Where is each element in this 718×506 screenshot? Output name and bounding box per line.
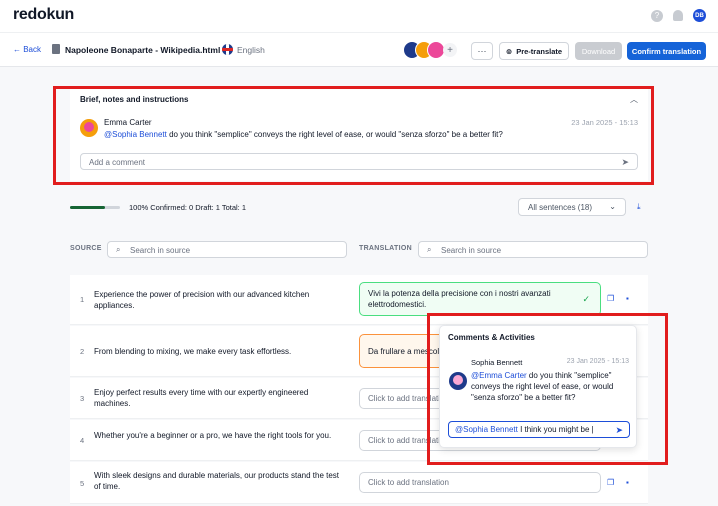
copy-source-icon[interactable]: ❐ bbox=[607, 478, 614, 487]
uk-flag-icon bbox=[222, 44, 233, 55]
comment-icon[interactable]: ▪ bbox=[626, 478, 629, 487]
app-logo[interactable]: redokun bbox=[13, 6, 74, 24]
file-icon bbox=[52, 44, 60, 54]
help-icon[interactable]: ? bbox=[651, 9, 663, 22]
progress-fill bbox=[70, 206, 105, 209]
translation-cell[interactable]: Vivi la potenza della precisione con i n… bbox=[359, 282, 601, 316]
row-number: 4 bbox=[80, 436, 85, 445]
comment-icon[interactable]: ▪ bbox=[626, 294, 629, 303]
row-source-text: Whether you're a beginner or a pro, we h… bbox=[94, 431, 332, 440]
translation-search-placeholder: Search in source bbox=[441, 246, 502, 255]
pretranslate-label: Pre-translate bbox=[516, 46, 563, 56]
search-icon: ⌕ bbox=[116, 245, 121, 254]
table-row[interactable]: 5 With sleek designs and durable materia… bbox=[70, 462, 648, 504]
copy-source-icon[interactable]: ❐ bbox=[607, 294, 614, 303]
source-column-label: SOURCE bbox=[70, 245, 102, 252]
top-bar: redokun ? DB bbox=[0, 0, 718, 32]
translation-text: Vivi la potenza della precisione con i n… bbox=[368, 289, 551, 309]
download-icon[interactable]: ⤓ bbox=[637, 202, 641, 212]
robot-icon: ⊚ bbox=[505, 46, 513, 56]
translation-search-input[interactable]: ⌕ Search in source bbox=[418, 241, 648, 258]
top-icons: ? DB bbox=[651, 9, 706, 22]
target-language: English bbox=[237, 45, 265, 55]
row-number: 2 bbox=[80, 347, 85, 356]
search-icon: ⌕ bbox=[427, 245, 432, 254]
row-source-text: From blending to mixing, we make every t… bbox=[94, 347, 292, 356]
pretranslate-button[interactable]: ⊚ Pre-translate bbox=[499, 42, 569, 60]
row-number: 1 bbox=[80, 295, 85, 304]
check-icon[interactable]: ✓ bbox=[582, 294, 590, 305]
row-source-text: Experience the power of precision with o… bbox=[94, 290, 310, 310]
add-collaborator-icon[interactable]: + bbox=[443, 43, 457, 57]
source-search-placeholder: Search in source bbox=[130, 246, 191, 255]
chevron-down-icon: ⌄ bbox=[609, 202, 616, 211]
more-options-button[interactable]: ··· bbox=[471, 42, 493, 60]
source-search-input[interactable]: ⌕ Search in source bbox=[107, 241, 347, 258]
collaborator-avatars[interactable]: + bbox=[403, 41, 457, 59]
back-label: ← Back bbox=[13, 45, 42, 54]
translation-column-label: TRANSLATION bbox=[359, 245, 412, 252]
notification-bell-icon[interactable] bbox=[673, 10, 683, 21]
row-number: 3 bbox=[80, 394, 85, 403]
confirm-translation-button[interactable]: Confirm translation bbox=[627, 42, 706, 60]
progress-bar bbox=[70, 206, 120, 209]
sentence-filter-select[interactable]: All sentences (18) ⌄ bbox=[518, 198, 626, 216]
translation-cell[interactable]: Click to add translation bbox=[359, 472, 601, 493]
sentence-filter-label: All sentences (18) bbox=[528, 203, 593, 212]
row-source-text: Enjoy perfect results every time with ou… bbox=[94, 388, 309, 408]
progress-text: 100% Confirmed: 0 Draft: 1 Total: 1 bbox=[129, 203, 247, 212]
document-title: Napoleone Bonaparte - Wikipedia.html bbox=[65, 45, 221, 55]
highlight-box bbox=[53, 86, 654, 185]
back-button[interactable]: ← Back bbox=[13, 45, 41, 54]
download-button[interactable]: Download bbox=[575, 42, 622, 60]
document-toolbar: ← Back Napoleone Bonaparte - Wikipedia.h… bbox=[0, 32, 718, 67]
row-number: 5 bbox=[80, 479, 85, 488]
row-source-text: With sleek designs and durable materials… bbox=[94, 471, 340, 491]
highlight-box bbox=[427, 313, 668, 465]
user-avatar[interactable]: DB bbox=[693, 9, 706, 22]
